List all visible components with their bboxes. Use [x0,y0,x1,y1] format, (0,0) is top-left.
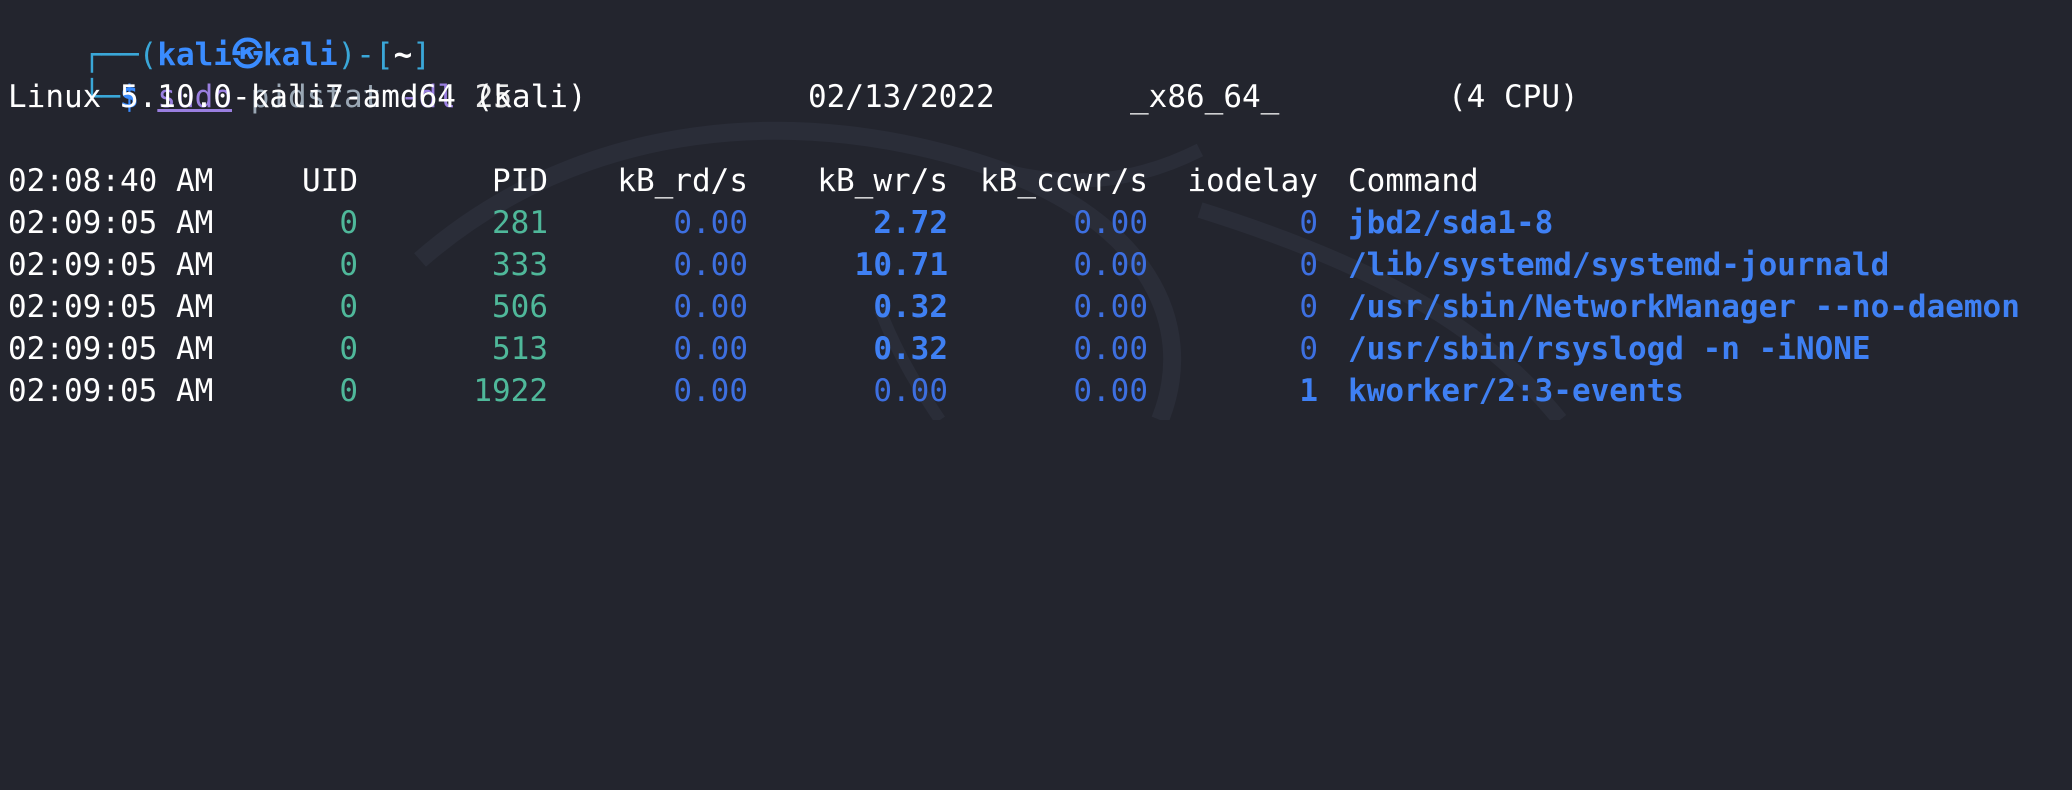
row-command: /usr/sbin/NetworkManager --no-daemon [1348,289,2020,325]
row-iodelay: 0 [1299,289,1318,325]
row-iodelay: 0 [1299,205,1318,241]
row-pid: 1922 [473,373,548,409]
row-kb-ccwr: 0.00 [1073,331,1148,367]
header-iodelay: iodelay [1187,163,1318,199]
row-pid: 281 [492,205,548,241]
row-iodelay: 1 [1299,373,1318,409]
row-pid: 513 [492,331,548,367]
row-kb-ccwr: 0.00 [1073,247,1148,283]
row-pid: 506 [492,289,548,325]
row-kb-rd: 0.00 [673,331,748,367]
header-kb-wr: kB_wr/s [817,163,948,199]
row-kb-ccwr: 0.00 [1073,289,1148,325]
header-uid: UID [302,163,358,199]
prompt-line: ┌──(kali㉿kali)-[~] [8,0,431,73]
row-kb-wr: 0.00 [873,373,948,409]
command-line[interactable]: └─$ sudo pidstat -dl 25 [8,34,512,115]
header-command: Command [1348,163,1479,199]
row-time: 02:09:05 AM [8,205,214,241]
sysinfo-cpus: (4 CPU) [1448,79,1579,115]
row-kb-rd: 0.00 [673,205,748,241]
header-pid: PID [492,163,548,199]
row-uid: 0 [339,289,358,325]
row-kb-rd: 0.00 [673,289,748,325]
row-time: 02:09:05 AM [8,331,214,367]
row-kb-ccwr: 0.00 [1073,373,1148,409]
row-kb-rd: 0.00 [673,247,748,283]
row-kb-rd: 0.00 [673,373,748,409]
row-command: /lib/systemd/systemd-journald [1348,247,1890,283]
sysinfo-line: Linux 5.10.0-kali7-amd64 (kali) 02/13/20… [8,76,2068,118]
table-header: 02:08:40 AM UID PID kB_rd/s kB_wr/s kB_c… [8,160,2068,202]
sysinfo-arch: _x86_64_ [1130,79,1280,115]
row-pid: 333 [492,247,548,283]
table-row: 02:09:05 AM 0 281 0.00 2.72 0.00 0 jbd2/… [8,202,2068,244]
row-kb-wr: 10.71 [854,247,948,283]
header-kb-rd: kB_rd/s [617,163,748,199]
row-iodelay: 0 [1299,331,1318,367]
row-time: 02:09:05 AM [8,247,214,283]
row-command: /usr/sbin/rsyslogd -n -iNONE [1348,331,1871,367]
table-row: 02:09:05 AM 0 506 0.00 0.32 0.00 0 /usr/… [8,286,2068,328]
table-row: 02:09:05 AM 0 513 0.00 0.32 0.00 0 /usr/… [8,328,2068,370]
row-kb-wr: 0.32 [873,331,948,367]
row-command: jbd2/sda1-8 [1348,205,1554,241]
row-iodelay: 0 [1299,247,1318,283]
table-row: 02:09:05 AM 0 333 0.00 10.71 0.00 0 /lib… [8,244,2068,286]
row-uid: 0 [339,205,358,241]
sysinfo-date: 02/13/2022 [808,79,995,115]
row-kb-wr: 2.72 [873,205,948,241]
terminal-window[interactable]: ┌──(kali㉿kali)-[~] └─$ sudo pidstat -dl … [0,0,2072,420]
row-kb-wr: 0.32 [873,289,948,325]
row-uid: 0 [339,331,358,367]
row-uid: 0 [339,247,358,283]
row-time: 02:09:05 AM [8,373,214,409]
row-command: kworker/2:3-events [1348,373,1684,409]
table-row: 02:09:05 AM 0 1922 0.00 0.00 0.00 1 kwor… [8,370,2068,412]
row-kb-ccwr: 0.00 [1073,205,1148,241]
header-time: 02:08:40 AM [8,163,214,199]
header-kb-ccwr: kB_ccwr/s [980,163,1148,199]
sysinfo-kernel: Linux 5.10.0-kali7-amd64 (kali) [8,79,587,115]
row-time: 02:09:05 AM [8,289,214,325]
row-uid: 0 [339,373,358,409]
